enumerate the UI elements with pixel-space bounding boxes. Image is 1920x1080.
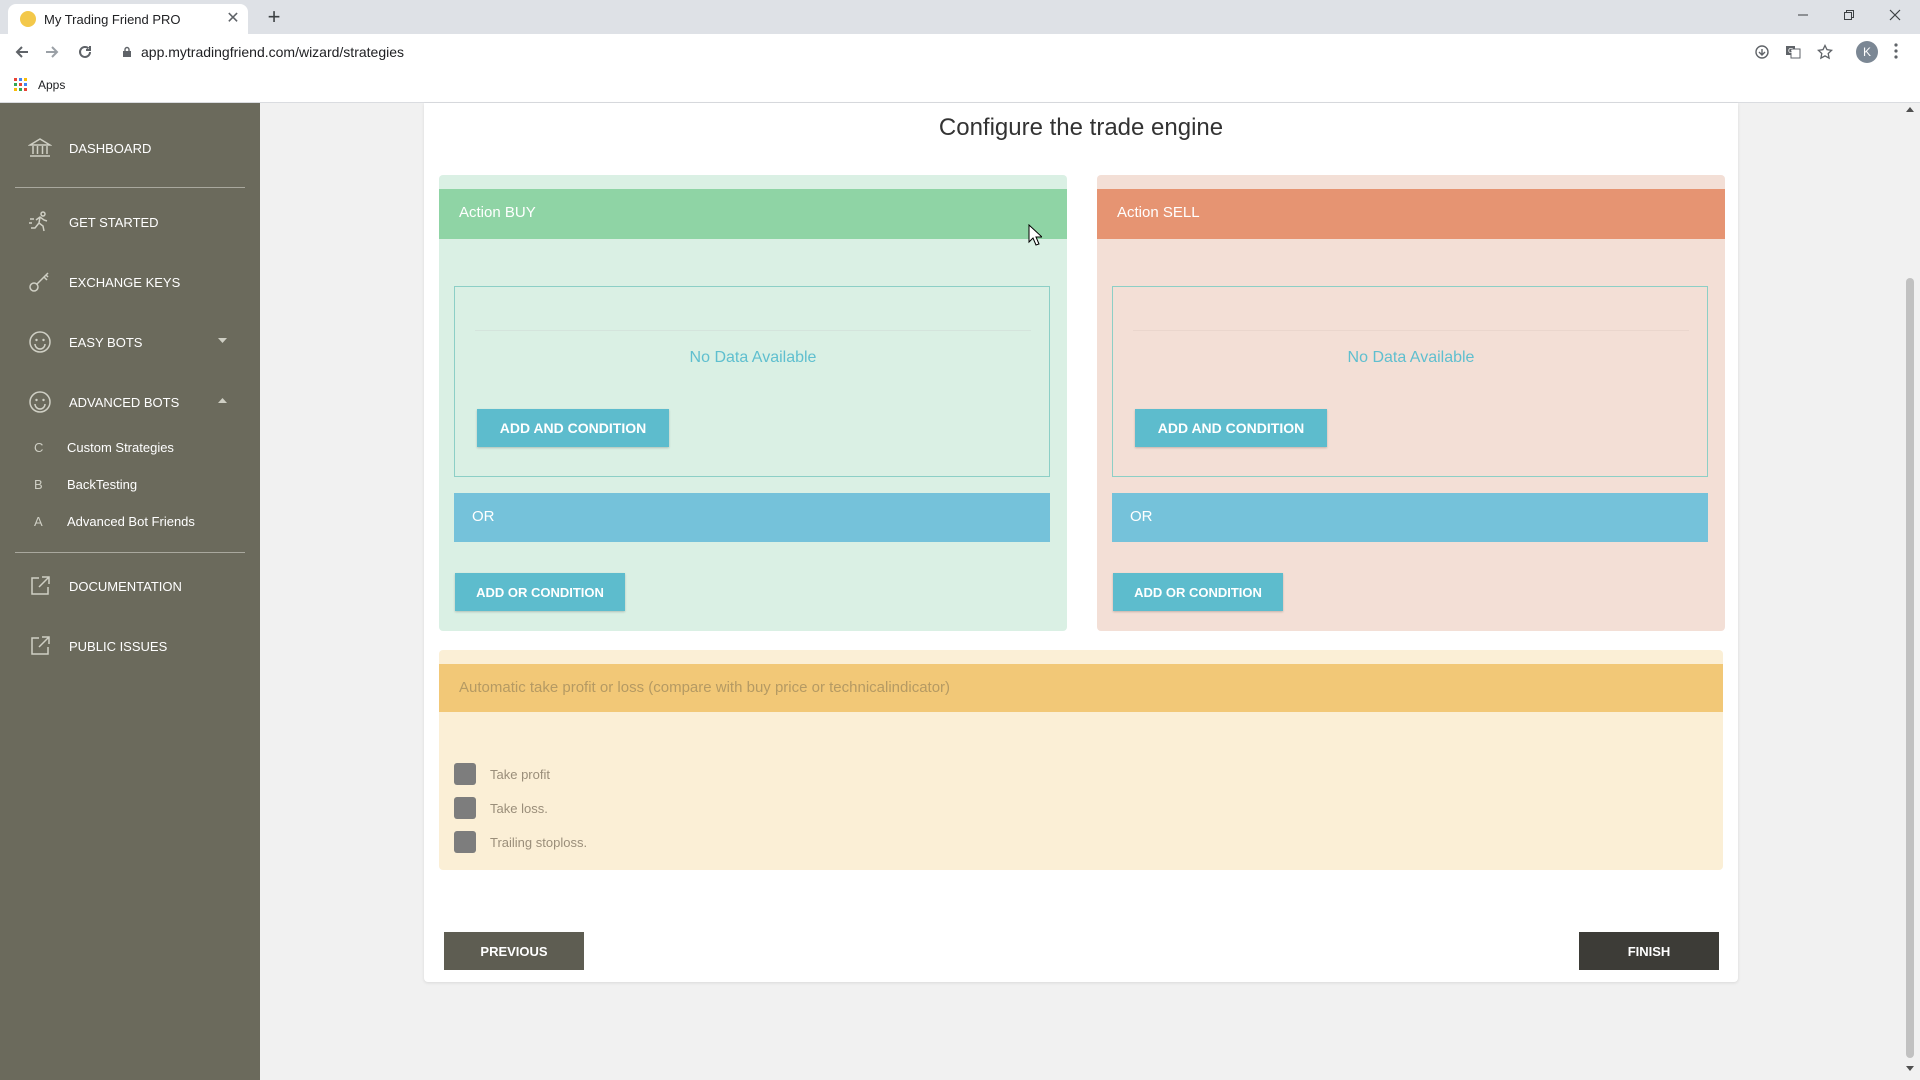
page-scrollbar[interactable] [1900,103,1920,1080]
auto-take-profit-header: Automatic take profit or loss (compare w… [439,664,1723,712]
take-profit-checkbox[interactable] [454,763,476,785]
close-window-icon[interactable] [1872,0,1918,30]
sell-and-conditions-box: No Data Available ADD AND CONDITION [1112,286,1708,477]
sidebar-label: ADVANCED BOTS [69,395,180,410]
sidebar-item-advanced-bots[interactable]: ADVANCED BOTS [0,382,260,422]
sidebar-label: EXCHANGE KEYS [69,275,181,290]
sidebar-label: EASY BOTS [69,335,143,350]
sell-or-label: OR [1130,508,1153,525]
forward-arrow-icon[interactable] [42,42,62,62]
sidebar-divider [15,552,245,553]
finish-button[interactable]: FINISH [1579,932,1719,970]
caret-up-icon [218,398,227,404]
action-buy-header: Action BUY [439,189,1067,239]
browser-toolbar: app.mytradingfriend.com/wizard/strategie… [0,34,1920,70]
sidebar-label: PUBLIC ISSUES [69,639,168,654]
take-profit-label: Take profit [490,767,550,782]
sidebar-item-get-started[interactable]: GET STARTED [0,202,260,242]
sidebar-sub-letter: A [34,514,43,529]
url-text: app.mytradingfriend.com/wizard/strategie… [141,44,405,60]
divider [1133,330,1689,331]
page-title: Configure the trade engine [938,114,1224,141]
minimize-icon[interactable] [1780,0,1826,30]
sidebar-subitem-custom-strategies[interactable]: C Custom Strategies [0,433,260,461]
svg-text:G: G [1788,47,1793,55]
wizard-card: Configure the trade engine Action BUY No… [424,103,1738,982]
sell-or-bar: OR [1112,493,1708,542]
sidebar-item-exchange-keys[interactable]: EXCHANGE KEYS [0,262,260,302]
reload-icon[interactable] [75,42,95,62]
action-buy-panel: Action BUY No Data Available ADD AND CON… [439,175,1067,631]
apps-grid-icon[interactable] [14,78,28,92]
new-tab-button[interactable]: + [262,6,286,30]
auto-take-profit-title: Automatic take profit or loss (compare w… [459,679,951,696]
smiley-icon [28,330,52,354]
buy-add-or-condition-button[interactable]: ADD OR CONDITION [455,573,625,611]
external-link-icon [28,634,52,658]
external-link-icon [28,574,52,598]
trailing-stoploss-label: Trailing stoploss. [490,835,588,850]
key-icon [28,270,52,294]
buy-and-conditions-box: No Data Available ADD AND CONDITION [454,286,1050,477]
smiley-favicon-icon [20,11,36,27]
buy-or-label: OR [472,508,495,525]
back-arrow-icon[interactable] [12,42,32,62]
sell-add-and-condition-button[interactable]: ADD AND CONDITION [1135,409,1327,447]
tab-title: My Trading Friend PRO [44,12,181,27]
bookmark-star-icon[interactable] [1815,42,1835,62]
take-loss-label: Take loss. [490,801,548,816]
translate-icon[interactable]: G [1783,42,1803,62]
auto-take-profit-panel: Automatic take profit or loss (compare w… [439,650,1723,870]
sidebar-label: DOCUMENTATION [69,579,182,594]
sell-no-data: No Data Available [1347,349,1475,366]
lock-icon [122,46,132,58]
running-icon [28,210,52,234]
browser-menu-icon[interactable] [1894,43,1898,59]
action-sell-panel: Action SELL No Data Available ADD AND CO… [1097,175,1725,631]
sidebar-item-public-issues[interactable]: PUBLIC ISSUES [0,626,260,666]
action-buy-title: Action BUY [459,204,536,221]
sidebar-item-easy-bots[interactable]: EASY BOTS [0,322,260,362]
sidebar: DASHBOARD GET STARTED EXCHANGE KEYS EASY… [0,103,260,1080]
sidebar-subitem-backtesting[interactable]: B BackTesting [0,470,260,498]
address-bar[interactable]: app.mytradingfriend.com/wizard/strategie… [108,38,1768,66]
sidebar-sub-label: Custom Strategies [67,440,174,455]
sidebar-sub-label: Advanced Bot Friends [67,514,195,529]
install-app-icon[interactable] [1752,42,1772,62]
mouse-cursor-icon [1028,224,1042,246]
caret-down-icon [218,338,227,344]
buy-no-data: No Data Available [689,349,817,366]
bank-icon [28,136,52,160]
take-loss-checkbox[interactable] [454,797,476,819]
scroll-down-arrow-icon[interactable] [1906,1066,1914,1072]
apps-bookmark[interactable]: Apps [38,78,65,92]
sidebar-item-dashboard[interactable]: DASHBOARD [0,128,260,168]
trailing-stoploss-checkbox[interactable] [454,831,476,853]
close-tab-icon[interactable]: ✕ [224,10,242,28]
action-sell-header: Action SELL [1097,189,1725,239]
sidebar-sub-letter: B [34,477,43,492]
sidebar-label: GET STARTED [69,215,159,230]
sidebar-sub-label: BackTesting [67,477,138,492]
restore-icon[interactable] [1826,0,1872,30]
smiley-icon [28,390,52,414]
sidebar-sub-letter: C [34,440,44,455]
browser-tab[interactable]: My Trading Friend PRO ✕ [8,4,248,34]
sidebar-subitem-advanced-bot-friends[interactable]: A Advanced Bot Friends [0,507,260,535]
bookmarks-bar: Apps [0,70,1920,103]
scroll-up-arrow-icon[interactable] [1906,107,1914,113]
divider [475,330,1031,331]
buy-add-and-condition-button[interactable]: ADD AND CONDITION [477,409,669,447]
sidebar-item-documentation[interactable]: DOCUMENTATION [0,566,260,606]
profile-avatar[interactable]: K [1856,41,1878,63]
sidebar-label: DASHBOARD [69,141,152,156]
scrollbar-thumb[interactable] [1906,278,1914,1058]
buy-or-bar: OR [454,493,1050,542]
browser-tab-bar: My Trading Friend PRO ✕ + [0,0,1920,34]
previous-button[interactable]: PREVIOUS [444,932,584,970]
sell-add-or-condition-button[interactable]: ADD OR CONDITION [1113,573,1283,611]
sidebar-divider [15,187,245,188]
action-sell-title: Action SELL [1117,204,1200,221]
